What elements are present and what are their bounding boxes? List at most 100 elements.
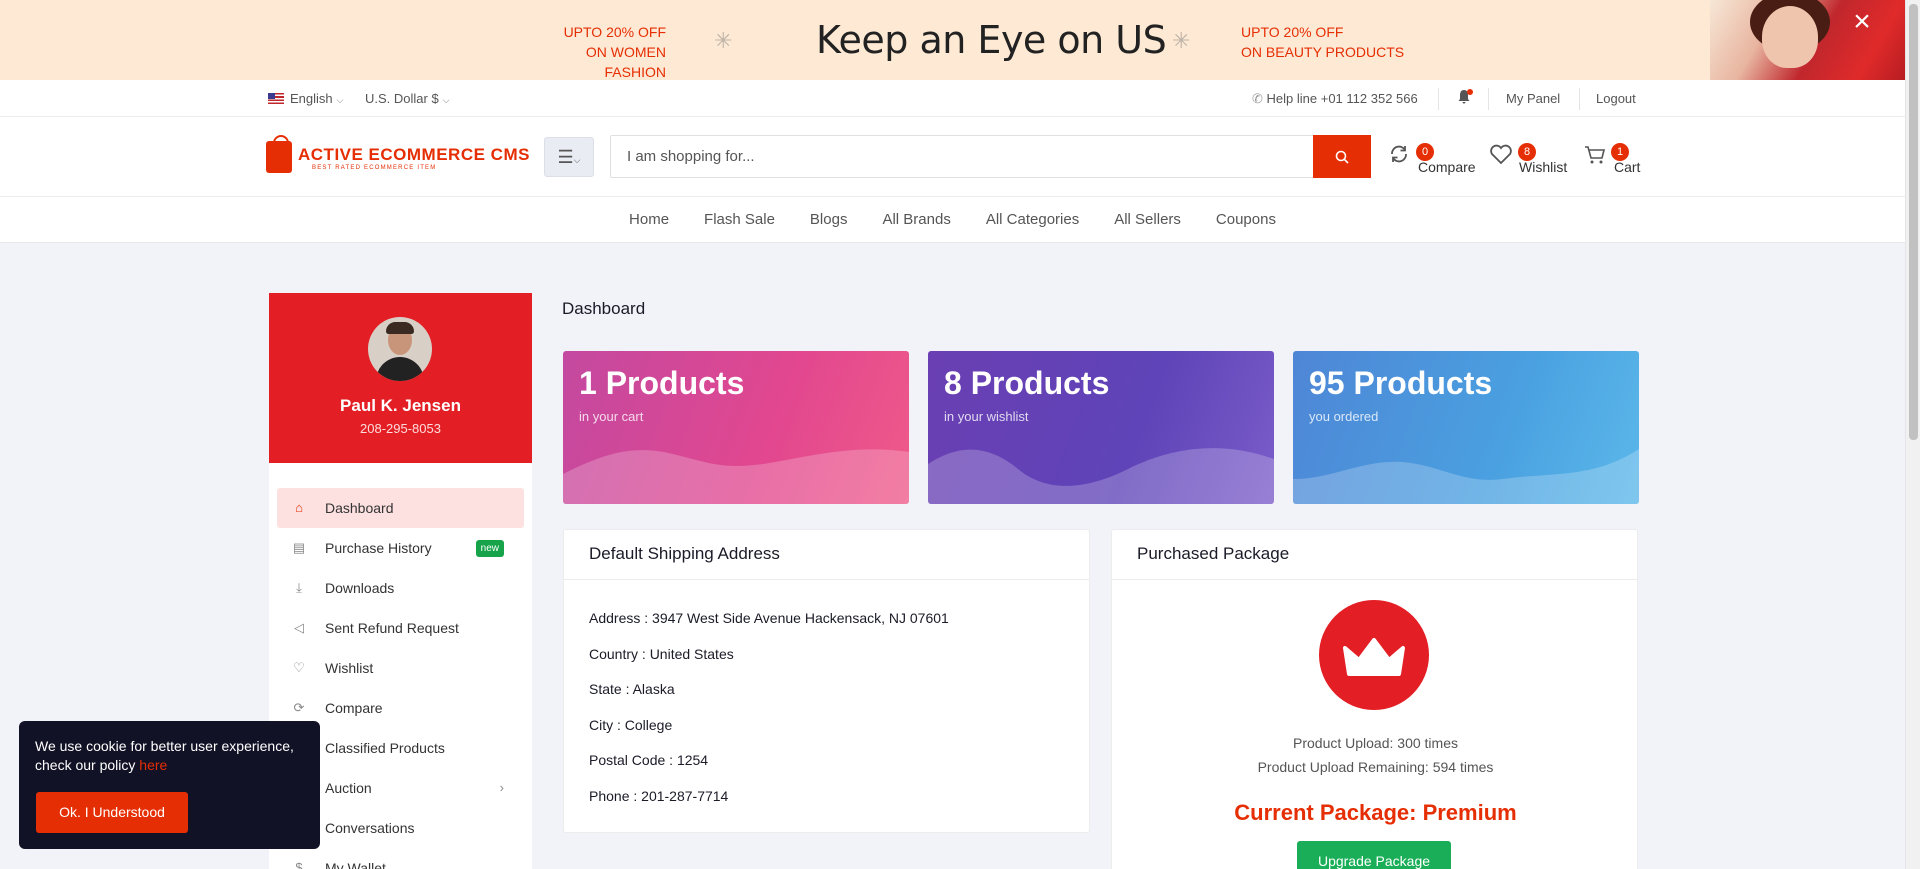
divider (1488, 88, 1489, 110)
main-header: ACTIVE ECOMMERCE CMS BEST RATED ECOMMERC… (0, 117, 1905, 197)
profile-card: Paul K. Jensen 208-295-8053 (269, 293, 532, 463)
nav-list: Home Flash Sale Blogs All Brands All Cat… (612, 197, 1294, 243)
cart-button[interactable]: 1 Cart (1584, 143, 1640, 179)
chevron-right-icon: › (499, 780, 504, 795)
current-package: Current Package: Premium (1234, 800, 1517, 825)
sidebar-item-dashboard[interactable]: ⌂ Dashboard (277, 488, 524, 528)
shipping-state: State : Alaska (589, 681, 675, 697)
search-bar (610, 135, 1371, 178)
panel-title: Default Shipping Address (564, 530, 1089, 580)
scrollbar-thumb[interactable] (1909, 4, 1918, 440)
promo-right-line2: ON BEAUTY PRODUCTS (1241, 44, 1405, 60)
avatar-body (376, 357, 424, 381)
wishlist-button[interactable]: 8 Wishlist (1489, 143, 1567, 179)
nav-item-home[interactable]: Home (612, 197, 687, 243)
wave-decoration (563, 449, 909, 504)
us-flag-icon (268, 93, 284, 104)
page-title: Dashboard (562, 299, 646, 318)
card-value: 95 Products (1309, 365, 1493, 401)
hamburger-icon: ☰ (557, 147, 574, 167)
sidebar-item-label: Classified Products (325, 740, 445, 756)
promo-women-fashion: UPTO 20% OFF ON WOMEN FASHION (526, 22, 666, 80)
avatar (368, 317, 432, 381)
sidebar-item-purchase-history[interactable]: ▤ Purchase History new (277, 528, 524, 568)
language-selector[interactable]: English ⌵ (268, 80, 343, 117)
page-scrollbar[interactable] (1905, 0, 1920, 869)
card-value: 1 Products (579, 365, 745, 401)
promo-left-line1: UPTO 20% OFF (563, 24, 666, 40)
crown-icon (1319, 600, 1429, 710)
sidebar-item-label: My Wallet (325, 860, 386, 869)
sidebar-item-my-wallet[interactable]: $ My Wallet (277, 848, 524, 869)
logout-link[interactable]: Logout (1596, 80, 1636, 117)
shopping-bag-logo-icon (266, 135, 292, 173)
chevron-down-icon: ⌵ (336, 95, 344, 105)
promo-right-line1: UPTO 20% OFF (1241, 24, 1344, 40)
notification-dot (1467, 89, 1473, 95)
sidebar-item-label: Dashboard (325, 500, 394, 516)
promo-banner[interactable]: UPTO 20% OFF ON WOMEN FASHION ✳ Keep an … (0, 0, 1905, 80)
cookie-message: We use cookie for better user experience… (35, 737, 305, 775)
banner-model-image (1710, 0, 1905, 80)
avatar-hair (386, 322, 414, 334)
divider (1579, 88, 1580, 110)
nav-item-blogs[interactable]: Blogs (792, 197, 865, 243)
promo-beauty-products: UPTO 20% OFF ON BEAUTY PRODUCTS (1241, 22, 1404, 62)
chevron-down-icon: ⌵ (442, 95, 450, 105)
sidebar-item-downloads[interactable]: ⤓ Downloads (277, 568, 524, 608)
card-subtitle: you ordered (1309, 409, 1379, 424)
nav-item-all-brands[interactable]: All Brands (865, 197, 968, 243)
search-input[interactable] (611, 136, 1313, 177)
my-panel-link[interactable]: My Panel (1506, 80, 1560, 117)
dollar-icon: $ (295, 860, 303, 869)
logo-name: ACTIVE ECOMMERCE CMS (298, 145, 530, 164)
banner-tagline: Keep an Eye on US (816, 18, 1167, 62)
currency-label: U.S. Dollar $ (365, 91, 439, 106)
close-icon[interactable]: × (1849, 7, 1875, 37)
sidebar-item-wishlist[interactable]: ♡ Wishlist (277, 648, 524, 688)
product-upload-limit: Product Upload: 300 times (1293, 735, 1458, 751)
new-badge: new (475, 540, 504, 557)
main-nav: Home Flash Sale Blogs All Brands All Cat… (0, 197, 1905, 243)
cart-label: Cart (1614, 159, 1641, 175)
helpline[interactable]: ✆ Help line +01 112 352 566 (1252, 80, 1418, 117)
download-icon: ⤓ (296, 580, 302, 595)
purchased-package-panel: Purchased Package Product Upload: 300 ti… (1111, 529, 1638, 869)
notification-bell-icon[interactable] (1457, 89, 1473, 107)
wishlist-label: Wishlist (1519, 159, 1568, 175)
profile-name: Paul K. Jensen (340, 396, 461, 415)
language-label: English (290, 91, 333, 106)
phone-icon: ✆ (1252, 91, 1263, 106)
sidebar-item-label: Purchase History (325, 540, 432, 556)
profile-phone: 208-295-8053 (360, 421, 441, 436)
nav-item-coupons[interactable]: Coupons (1198, 197, 1293, 243)
heart-icon: ♡ (293, 660, 305, 675)
sidebar-item-label: Conversations (325, 820, 415, 836)
upgrade-package-button[interactable]: Upgrade Package (1297, 841, 1451, 869)
accept-cookies-button[interactable]: Ok. I Understood (36, 792, 188, 833)
promo-left-line2: ON WOMEN FASHION (585, 44, 666, 80)
sidebar-item-label: Sent Refund Request (325, 620, 459, 636)
search-button[interactable] (1313, 135, 1371, 178)
categories-menu-button[interactable]: ☰⌵ (544, 137, 594, 177)
heart-icon (1490, 144, 1512, 165)
search-icon (1335, 150, 1349, 164)
model-face (1762, 6, 1818, 68)
currency-selector[interactable]: U.S. Dollar $ ⌵ (365, 80, 450, 117)
sidebar-item-label: Wishlist (325, 660, 374, 676)
home-icon: ⌂ (295, 500, 303, 515)
card-subtitle: in your cart (579, 409, 644, 424)
nav-item-flash-sale[interactable]: Flash Sale (687, 197, 793, 243)
compare-button[interactable]: 0 Compare (1388, 143, 1476, 179)
cookie-policy-link[interactable]: here (139, 757, 167, 773)
compare-label: Compare (1418, 159, 1476, 175)
sidebar-item-sent-refund-request[interactable]: ◁ Sent Refund Request (277, 608, 524, 648)
card-value: 8 Products (944, 365, 1110, 401)
nav-item-all-sellers[interactable]: All Sellers (1097, 197, 1199, 243)
top-bar: English ⌵ U.S. Dollar $ ⌵ ✆ Help line +01 … (0, 80, 1905, 117)
cart-icon (1585, 146, 1606, 164)
panel-title: Purchased Package (1112, 530, 1637, 580)
sidebar-item-label: Compare (325, 700, 383, 716)
nav-item-all-categories[interactable]: All Categories (968, 197, 1096, 243)
shipping-phone: Phone : 201-287-7714 (589, 788, 729, 804)
